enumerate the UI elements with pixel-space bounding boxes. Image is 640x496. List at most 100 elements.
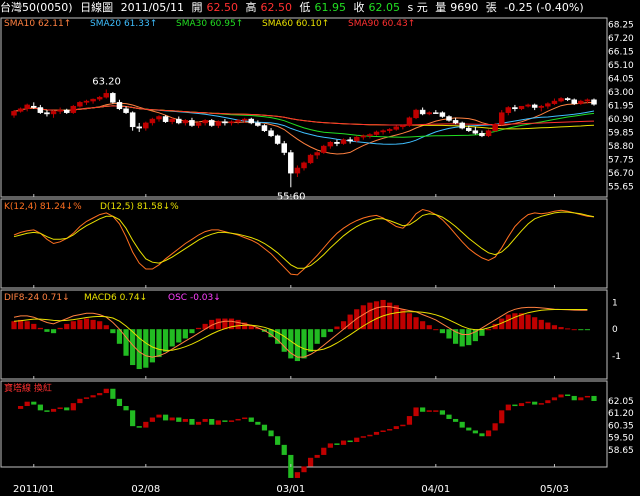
osc-bar: [380, 299, 386, 330]
high-label: 高: [245, 1, 257, 14]
osc-bar: [123, 329, 129, 356]
candle-down: [116, 102, 123, 110]
tower-block: [77, 398, 83, 404]
tower-block: [334, 443, 340, 445]
osc-bar: [222, 318, 228, 330]
candle-down: [531, 104, 538, 108]
close-label: 收: [353, 1, 365, 14]
osc-bar: [169, 329, 175, 347]
osc-bar: [103, 325, 109, 330]
candle-down: [564, 98, 571, 101]
osc-bar: [44, 329, 50, 332]
tower-block: [565, 394, 571, 397]
osc-bar: [215, 318, 221, 330]
candle-up: [393, 126, 400, 130]
osc-bar: [189, 329, 195, 334]
candle-up: [11, 111, 17, 116]
tower-block: [189, 418, 195, 425]
osc-bar: [90, 319, 96, 330]
tower-block: [360, 436, 366, 438]
candle-up: [498, 112, 505, 125]
tower-block: [347, 440, 353, 443]
sma-legend-item: SMA60 60.10↑: [262, 19, 329, 29]
open-value: 62.50: [206, 1, 238, 14]
sma-legend-item: SMA20 61.33↑: [90, 19, 157, 29]
candle-down: [129, 112, 136, 128]
candle-up: [406, 117, 413, 126]
tower-block: [275, 436, 281, 445]
sma-legend-item: SMA30 60.95↑: [176, 19, 243, 29]
tower-block: [110, 388, 116, 399]
tower-block: [123, 406, 129, 411]
osc-bar: [551, 325, 558, 330]
high-annotation: 63.20: [92, 76, 121, 87]
tower-block: [439, 410, 446, 415]
tower-block: [215, 420, 221, 425]
candle-down: [347, 139, 353, 142]
candle-down: [433, 112, 439, 114]
osc-bar: [136, 329, 142, 370]
candle-down: [176, 118, 182, 124]
candle-down: [274, 135, 281, 144]
tower-block: [103, 388, 109, 394]
candle-up: [70, 105, 77, 113]
tower-block: [479, 433, 485, 437]
candle-up: [83, 100, 90, 103]
tower-block: [571, 395, 577, 401]
tower-block: [426, 410, 432, 412]
candle-up: [413, 109, 419, 119]
candle-up: [77, 102, 83, 107]
osc-bar: [439, 329, 446, 334]
tower-block: [294, 472, 301, 478]
tower-block: [116, 398, 123, 407]
candle-up: [235, 120, 241, 122]
quote-header: 台灣50(0050) 日線圖 2011/05/11 開 62.50 高 62.50 …: [0, 0, 640, 15]
osc-bar: [558, 327, 564, 330]
candle-down: [123, 108, 129, 113]
tower-block: [452, 418, 459, 422]
low-value: 61.95: [314, 1, 346, 14]
tower-block: [90, 395, 96, 398]
tower-tick-label: 58.65: [608, 446, 634, 456]
candle-up: [558, 98, 564, 102]
tower-block: [485, 430, 492, 437]
candle-up: [360, 135, 367, 138]
tower-block: [578, 397, 584, 401]
tower-block: [387, 429, 393, 431]
osc-bar: [433, 329, 439, 331]
candle-down: [419, 109, 426, 115]
osc-bar: [301, 329, 307, 359]
candle-up: [584, 99, 591, 102]
candle-down: [31, 105, 37, 108]
tower-block: [261, 424, 268, 431]
candle-up: [518, 105, 525, 110]
price-tick-label: 55.65: [608, 183, 634, 193]
osc-bar: [446, 329, 452, 339]
tower-block: [367, 434, 373, 437]
tower-block: [24, 401, 30, 407]
osc-bar: [77, 319, 83, 330]
candle-up: [202, 120, 208, 124]
candle-up: [103, 93, 110, 98]
tower-block: [373, 431, 380, 435]
candle-up: [17, 108, 24, 112]
candle-down: [255, 122, 261, 126]
osc-bar: [37, 327, 43, 330]
tower-block: [248, 417, 254, 422]
osc-bar: [162, 329, 169, 352]
sma-legend-item: SMA10 62.11↑: [4, 19, 71, 29]
tower-block: [591, 395, 597, 401]
candle-up: [24, 104, 30, 110]
candle-down: [288, 152, 294, 174]
candle-up: [492, 123, 498, 131]
tower-block: [228, 420, 235, 422]
candle-up: [505, 107, 512, 113]
change-value: -0.25 (-0.40%): [504, 1, 584, 14]
candle-down: [110, 93, 116, 103]
tower-block: [321, 447, 327, 455]
tower-block: [44, 410, 50, 412]
candle-down: [162, 116, 169, 122]
tower-block: [64, 407, 70, 411]
tower-block: [492, 423, 498, 431]
candle-down: [189, 120, 195, 126]
